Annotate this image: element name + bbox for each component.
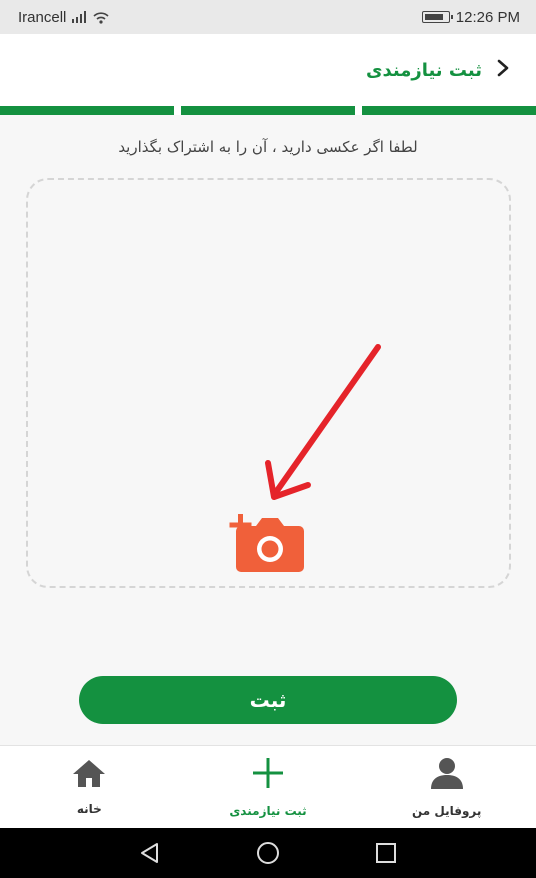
add-photo-button[interactable] [228, 512, 308, 574]
nav-item-profile[interactable]: پروفایل من [357, 746, 536, 828]
chevron-right-icon [497, 59, 509, 77]
bottom-nav: خانه ثبت نیازمندی پروفایل من [0, 745, 536, 828]
progress-step [181, 106, 355, 115]
home-icon [73, 760, 106, 787]
system-nav-bar [0, 828, 536, 878]
plus-icon [253, 758, 283, 788]
home-circle-icon[interactable] [256, 841, 280, 865]
progress-step [0, 106, 174, 115]
battery-icon [421, 11, 453, 23]
status-right: 12:26 PM [421, 8, 520, 26]
upload-hint: لطفا اگر عکسی دارید ، آن را به اشتراک بگ… [118, 138, 418, 156]
recents-square-icon[interactable] [375, 842, 397, 864]
status-bar: Irancell 12:26 PM [0, 0, 536, 34]
progress-step [362, 106, 536, 115]
nav-label-add-need: ثبت نیازمندی [229, 804, 307, 818]
wifi-icon [93, 12, 109, 24]
arrow-annotation-icon [265, 344, 381, 500]
submit-button[interactable]: ثبت [79, 676, 457, 724]
nav-label-home: خانه [76, 802, 102, 816]
user-icon [430, 758, 463, 789]
step-progress [0, 106, 536, 115]
back-triangle-icon[interactable] [139, 842, 161, 864]
app-header: ثبت نیازمندی [0, 34, 536, 106]
carrier-name: Irancell [18, 8, 67, 26]
add-photo-icon [229, 514, 304, 572]
nav-item-add-need[interactable]: ثبت نیازمندی [179, 746, 358, 828]
nav-item-home[interactable]: خانه [0, 746, 179, 828]
signal-icon [72, 11, 87, 23]
status-time: 12:26 PM [455, 8, 520, 26]
nav-label-profile: پروفایل من [411, 804, 482, 818]
status-left: Irancell [18, 9, 110, 26]
back-button[interactable] [496, 58, 510, 82]
page-title: ثبت نیازمندی [365, 59, 482, 81]
